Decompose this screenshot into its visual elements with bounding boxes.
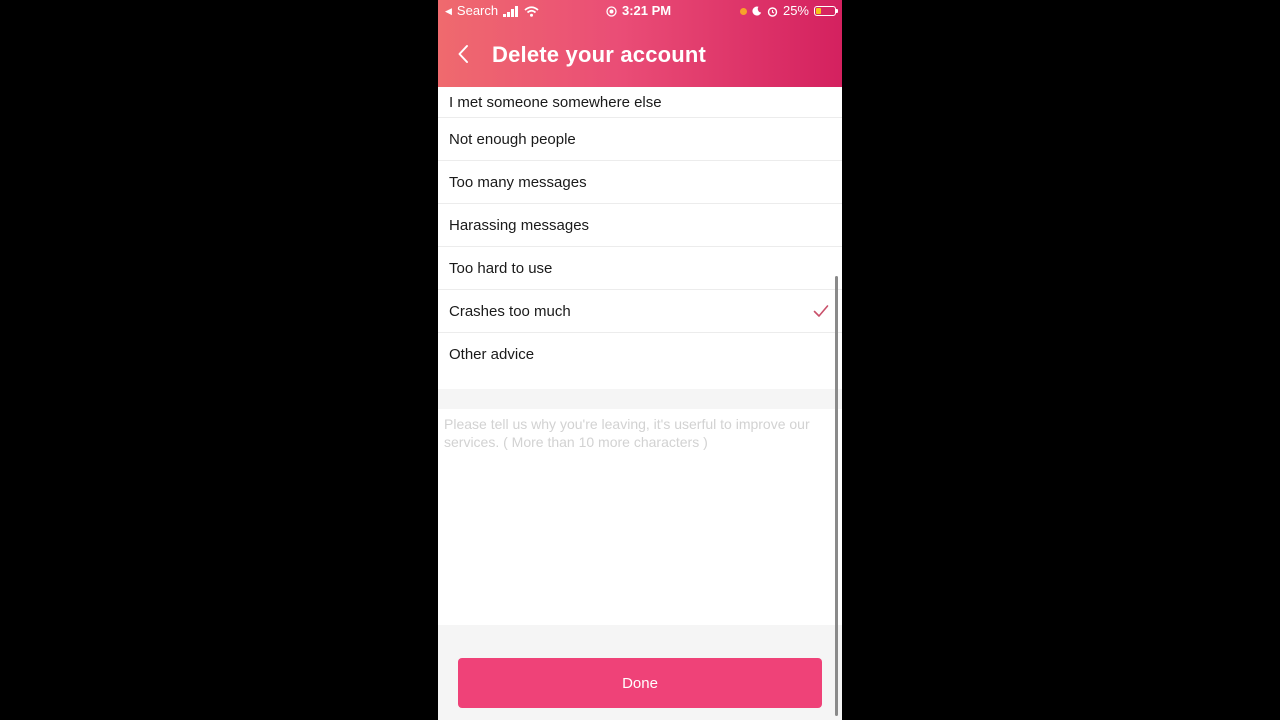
page-title: Delete your account	[492, 42, 707, 67]
reason-label: Too hard to use	[449, 259, 553, 277]
status-center: 3:21 PM	[606, 0, 671, 22]
reason-label: Other advice	[449, 346, 535, 363]
reason-item[interactable]: Too hard to use	[438, 247, 842, 290]
checkmark-icon	[813, 305, 829, 317]
reason-item-selected[interactable]: Crashes too much	[438, 290, 842, 333]
reason-label: Harassing messages	[449, 216, 590, 234]
feedback-textarea[interactable]	[444, 415, 834, 615]
status-time: 3:21 PM	[622, 3, 672, 18]
alarm-icon	[767, 6, 778, 17]
reason-list: I met someone somewhere else Not enough …	[438, 87, 842, 389]
battery-percent: 25%	[782, 3, 809, 18]
reason-item[interactable]: Too many messages	[438, 161, 842, 204]
reason-item[interactable]: I met someone somewhere else	[438, 87, 842, 118]
reason-label: Too many messages	[449, 173, 587, 191]
reason-item[interactable]: Harassing messages	[438, 204, 842, 247]
reason-item[interactable]: Not enough people	[438, 118, 842, 161]
reason-label: Crashes too much	[449, 302, 571, 320]
feedback-area	[438, 409, 842, 625]
status-bar: ◀ Search 3:21 PM 25%	[438, 0, 842, 22]
header: ◀ Search 3:21 PM 25% Delete your account	[438, 0, 842, 97]
back-to-app-label[interactable]: Search	[457, 0, 498, 22]
privacy-indicator-icon	[739, 7, 747, 15]
back-button[interactable]	[452, 40, 474, 68]
battery-icon	[814, 6, 838, 16]
status-right: 25%	[739, 0, 838, 22]
done-button[interactable]: Done	[458, 658, 822, 708]
scrollbar[interactable]	[835, 276, 838, 716]
screen-record-icon	[606, 5, 617, 17]
phone-screen: ◀ Search 3:21 PM 25% Delete your account…	[438, 0, 842, 720]
reason-label: Not enough people	[449, 130, 576, 148]
chevron-left-icon	[458, 45, 468, 63]
reason-label: I met someone somewhere else	[449, 93, 662, 111]
reason-item[interactable]: Other advice	[438, 333, 842, 376]
status-left: ◀ Search	[445, 0, 539, 22]
signal-icon	[503, 5, 519, 17]
section-divider	[438, 389, 842, 409]
wifi-icon	[524, 5, 539, 17]
footer: Done	[438, 625, 842, 720]
navbar: Delete your account	[438, 22, 842, 97]
back-to-app-icon[interactable]: ◀	[445, 0, 452, 22]
moon-icon	[752, 6, 762, 16]
